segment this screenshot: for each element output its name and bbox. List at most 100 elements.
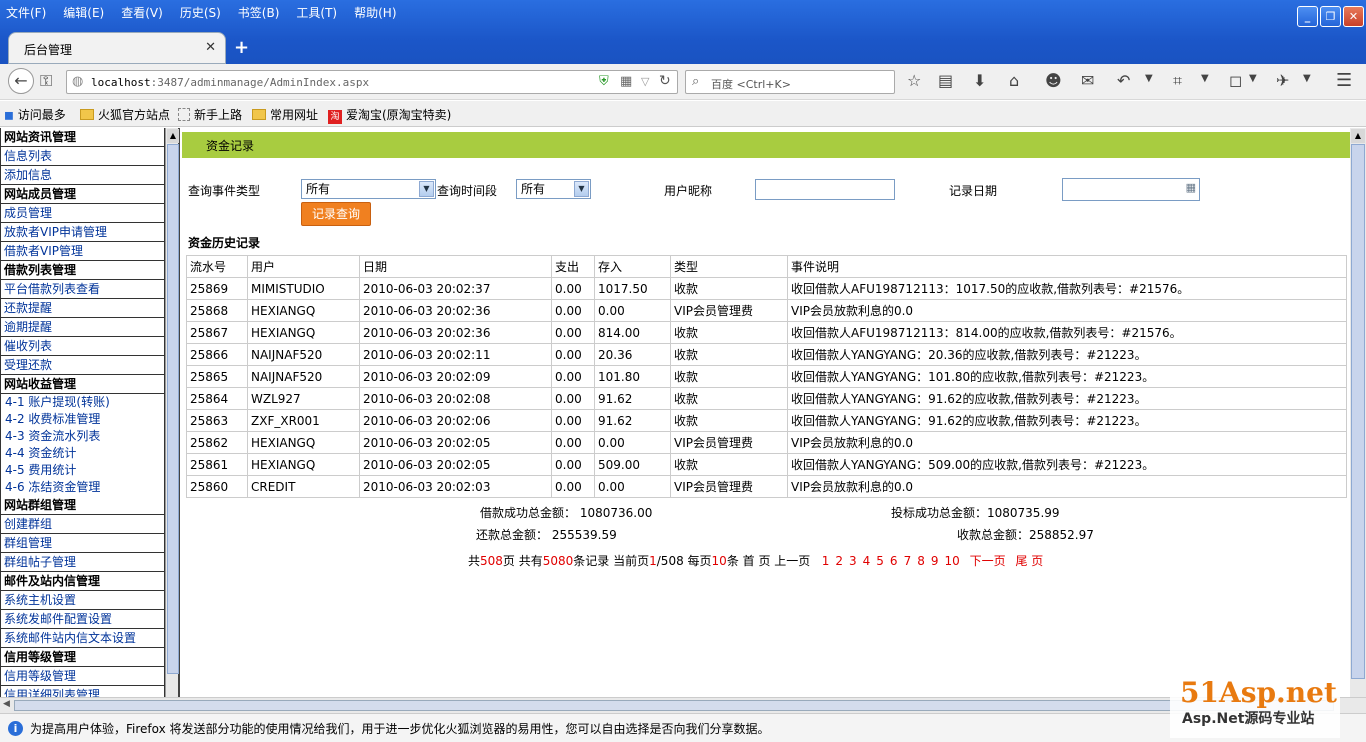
bookmark-most-visited[interactable]: ◼ 访问最多: [4, 106, 66, 123]
sidebar-item[interactable]: 4-1 账户提现(转账): [0, 394, 165, 411]
horizontal-scroll-thumb[interactable]: [14, 700, 1334, 711]
period-select[interactable]: 所有 ▼: [516, 179, 591, 199]
bid-success-total: 投标成功总金额：1080735.99: [891, 506, 1060, 520]
table-cell: 0.00: [594, 475, 671, 498]
menu-view[interactable]: 查看(V): [121, 4, 163, 22]
undo-dropdown-icon[interactable]: ▼: [1145, 73, 1153, 84]
qr-icon[interactable]: ▦: [620, 74, 632, 89]
bookmark-star-icon[interactable]: ☆: [907, 71, 921, 90]
page-link[interactable]: 9: [931, 554, 939, 568]
sidebar-item[interactable]: 系统发邮件配置设置: [0, 610, 165, 629]
page-link[interactable]: 7: [904, 554, 912, 568]
sidebar-item[interactable]: 借款者VIP管理: [0, 242, 165, 261]
sidebar-item[interactable]: 还款提醒: [0, 299, 165, 318]
sidebar-item[interactable]: 群组管理: [0, 534, 165, 553]
sidebar-item[interactable]: 创建群组: [0, 515, 165, 534]
key-icon[interactable]: ⚿: [40, 71, 52, 91]
sidebar-item[interactable]: 平台借款列表查看: [0, 280, 165, 299]
sidebar-item[interactable]: 4-5 费用统计: [0, 462, 165, 479]
sidebar-item[interactable]: 群组帖子管理: [0, 553, 165, 572]
bookmark-aitaobao[interactable]: 淘爱淘宝(原淘宝特卖): [328, 106, 451, 124]
url-bar[interactable]: ◍ localhost:3487/adminmanage/AdminIndex.…: [66, 70, 678, 94]
page-link[interactable]: 2: [835, 554, 843, 568]
search-box[interactable]: ⌕ 百度 <Ctrl+K>: [685, 70, 895, 94]
next-page-link[interactable]: 下一页: [970, 554, 1006, 568]
sidebar-item[interactable]: 4-4 资金统计: [0, 445, 165, 462]
sidebar-item[interactable]: 逾期提醒: [0, 318, 165, 337]
reading-list-icon[interactable]: ▤: [938, 71, 953, 90]
window-icon[interactable]: ◻: [1229, 71, 1242, 90]
page-link[interactable]: 1: [822, 554, 830, 568]
notice-text: 为提高用户体验，Firefox 将发送部分功能的使用情况给我们，用于进一步优化火…: [30, 722, 770, 736]
main-scroll-thumb[interactable]: [1351, 144, 1365, 679]
home-icon[interactable]: ⌂: [1009, 71, 1019, 90]
hamburger-menu-icon[interactable]: ☰: [1336, 70, 1352, 91]
main-scrollbar[interactable]: ▲: [1350, 128, 1366, 697]
sidebar-scrollbar[interactable]: ▲: [166, 128, 180, 697]
tab-close-icon[interactable]: ✕: [205, 40, 216, 55]
scroll-up-icon[interactable]: ▲: [167, 129, 179, 143]
close-window-button[interactable]: ✕: [1343, 6, 1364, 27]
sidebar-item[interactable]: 放款者VIP申请管理: [0, 223, 165, 242]
event-type-select[interactable]: 所有 ▼: [301, 179, 436, 199]
menu-edit[interactable]: 编辑(E): [63, 4, 104, 22]
extension-dropdown-icon[interactable]: ▼: [1303, 73, 1311, 84]
maximize-button[interactable]: ❐: [1320, 6, 1341, 27]
nickname-input[interactable]: [755, 179, 895, 200]
scroll-up-icon[interactable]: ▲: [1351, 129, 1365, 143]
download-icon[interactable]: ⬇: [973, 71, 986, 90]
menu-tools[interactable]: 工具(T): [296, 4, 337, 22]
bookmark-getting-started[interactable]: 新手上路: [178, 106, 242, 123]
reload-icon[interactable]: ↻: [659, 73, 671, 89]
page-link[interactable]: 8: [917, 554, 925, 568]
shield-icon[interactable]: ⛨: [599, 74, 609, 89]
page-link[interactable]: 3: [849, 554, 857, 568]
window-dropdown-icon[interactable]: ▼: [1249, 73, 1257, 84]
back-icon[interactable]: ←: [8, 68, 34, 94]
page-link[interactable]: 5: [876, 554, 884, 568]
tab-admin[interactable]: 后台管理 ✕: [8, 32, 226, 64]
undo-icon[interactable]: ↶: [1117, 71, 1130, 90]
smiley-icon[interactable]: ☻: [1045, 71, 1062, 90]
record-date-input[interactable]: ▦: [1062, 178, 1200, 201]
horizontal-scrollbar[interactable]: ◀: [0, 697, 1366, 713]
query-button[interactable]: 记录查询: [301, 202, 371, 226]
sidebar-item[interactable]: 受理还款: [0, 356, 165, 375]
calendar-icon[interactable]: ▦: [1186, 181, 1196, 194]
page-link[interactable]: 6: [890, 554, 898, 568]
scroll-left-icon[interactable]: ◀: [3, 699, 10, 709]
sidebar-item[interactable]: 系统主机设置: [0, 591, 165, 610]
crop-icon[interactable]: ⌗: [1173, 71, 1182, 91]
page-link[interactable]: 4: [863, 554, 871, 568]
menu-bookmarks[interactable]: 书签(B): [238, 4, 280, 22]
extension-icon[interactable]: ✈: [1276, 71, 1289, 90]
sidebar-item[interactable]: 4-6 冻结资金管理: [0, 479, 165, 496]
table-cell: 0.00: [551, 343, 595, 366]
crop-dropdown-icon[interactable]: ▼: [1201, 73, 1209, 84]
column-header: 日期: [359, 255, 552, 278]
sidebar-item[interactable]: 信用等级管理: [0, 667, 165, 686]
sidebar-item[interactable]: 成员管理: [0, 204, 165, 223]
bookmark-firefox-site[interactable]: 火狐官方站点: [80, 106, 170, 123]
sidebar-item[interactable]: 4-2 收费标准管理: [0, 411, 165, 428]
sidebar-item[interactable]: 添加信息: [0, 166, 165, 185]
dropdown-icon[interactable]: ▽: [641, 75, 649, 88]
last-page-link[interactable]: 尾 页: [1015, 554, 1043, 568]
menu-file[interactable]: 文件(F): [6, 4, 46, 22]
table-cell: 2010-06-03 20:02:05: [359, 453, 552, 476]
minimize-button[interactable]: _: [1297, 6, 1318, 27]
sidebar-group-header: 借款列表管理: [0, 261, 165, 280]
table-cell: VIP会员管理费: [670, 299, 788, 322]
sidebar-item[interactable]: 系统邮件站内信文本设置: [0, 629, 165, 648]
menu-history[interactable]: 历史(S): [180, 4, 221, 22]
new-tab-icon[interactable]: +: [234, 37, 249, 58]
sidebar-item[interactable]: 催收列表: [0, 337, 165, 356]
bookmark-common-sites[interactable]: 常用网址: [252, 106, 318, 123]
page-link[interactable]: 10: [944, 554, 959, 568]
sidebar-scroll-thumb[interactable]: [167, 144, 179, 674]
sidebar-item[interactable]: 信息列表: [0, 147, 165, 166]
sidebar-item[interactable]: 信用详细列表管理: [0, 686, 165, 697]
chat-icon[interactable]: ✉: [1081, 71, 1094, 90]
sidebar-item[interactable]: 4-3 资金流水列表: [0, 428, 165, 445]
menu-help[interactable]: 帮助(H): [354, 4, 396, 22]
